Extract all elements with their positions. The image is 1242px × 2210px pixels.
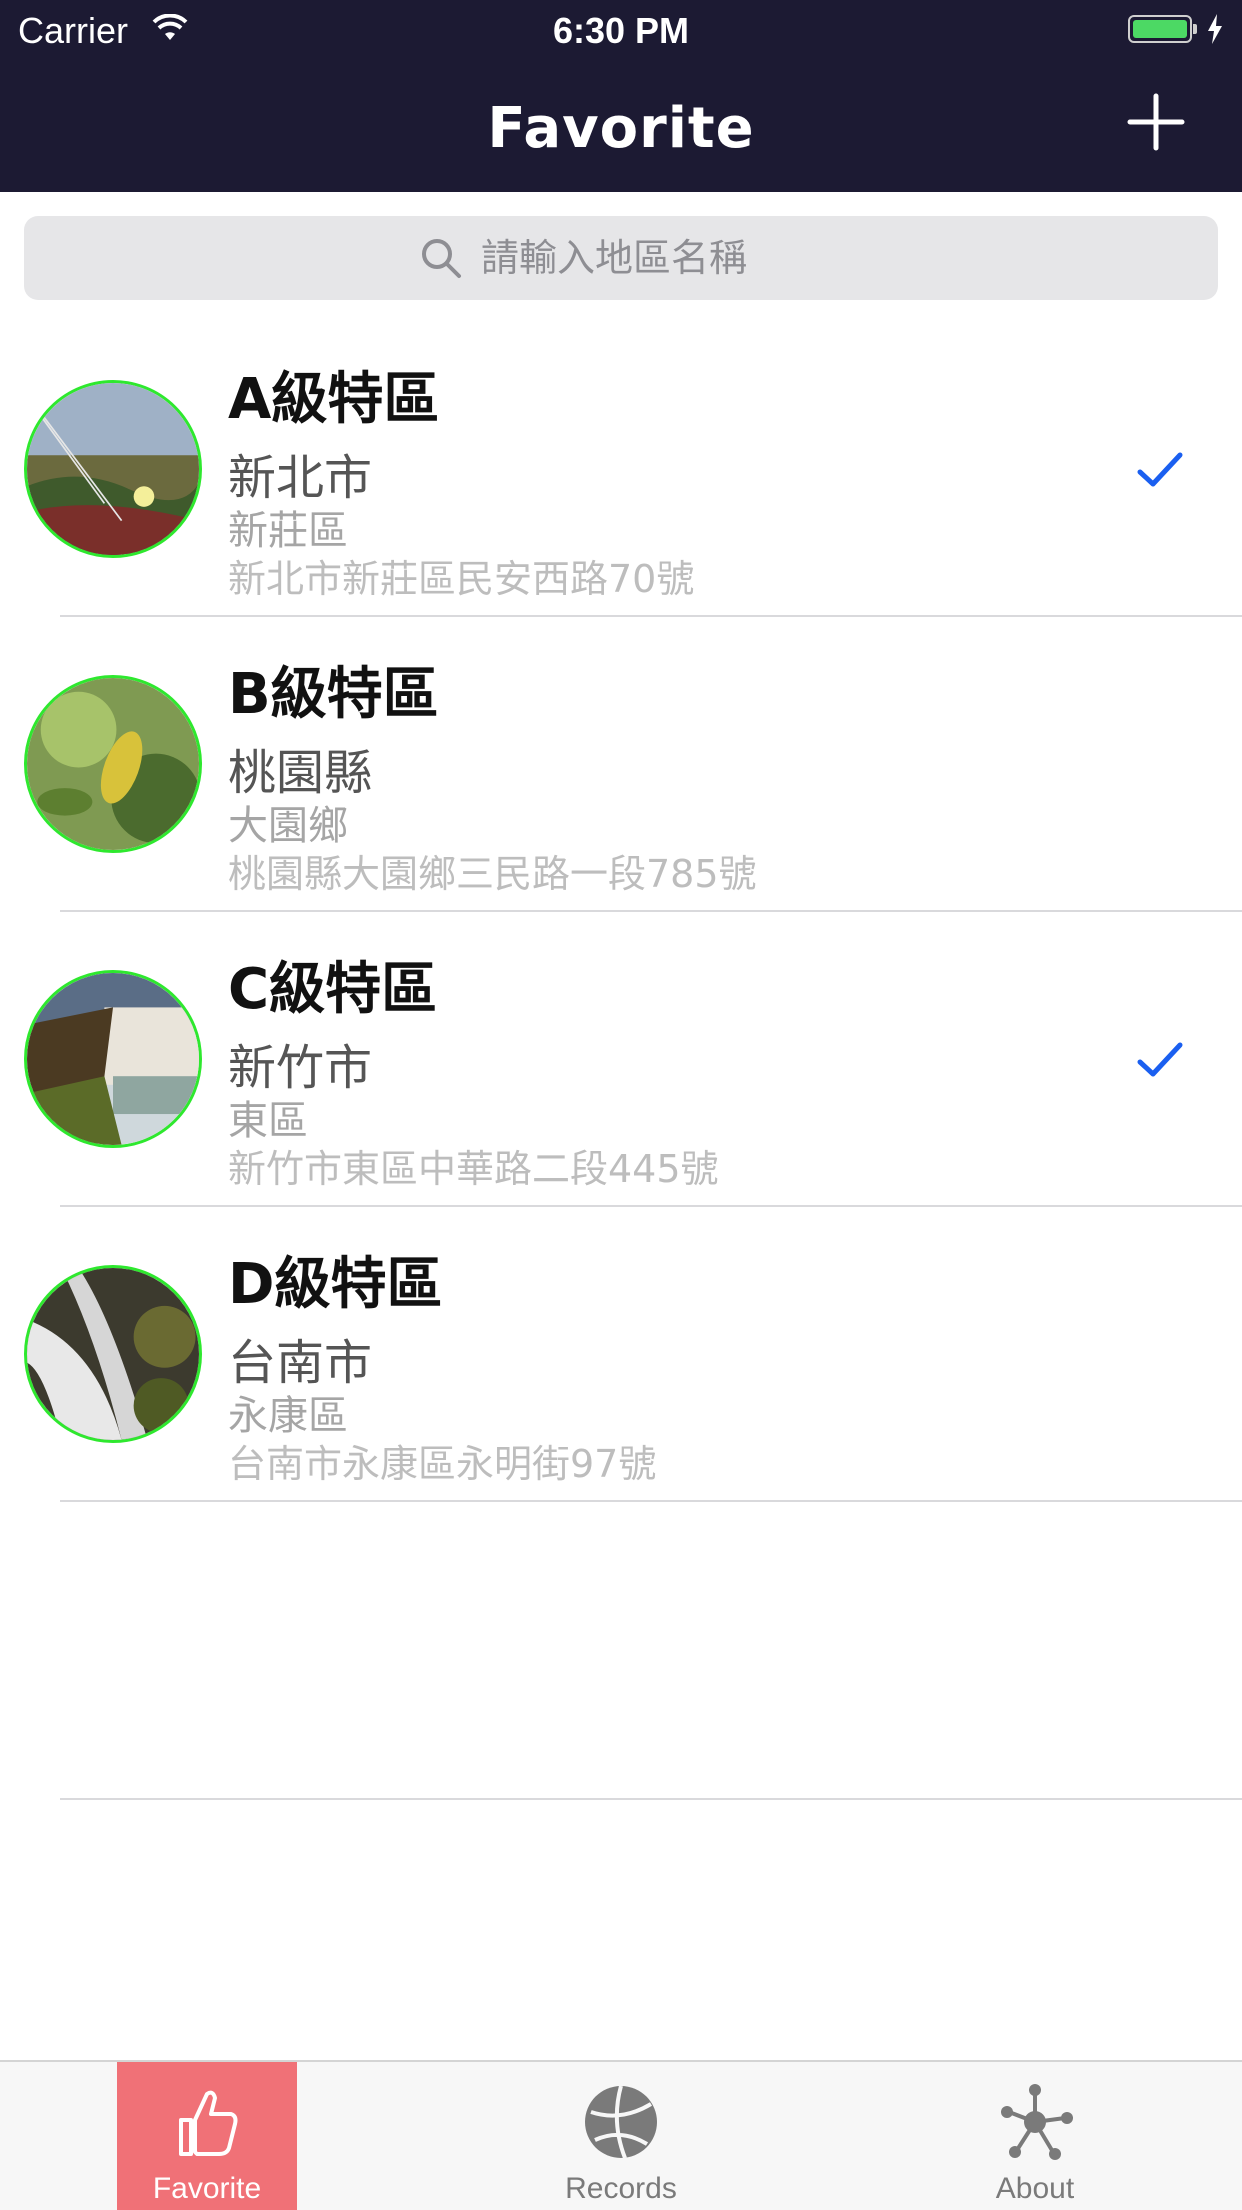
divider	[60, 1798, 1242, 1800]
search-input[interactable]	[479, 235, 823, 281]
avatar	[24, 1265, 202, 1443]
tab-label: Favorite	[152, 2172, 262, 2205]
favorites-list: A級特區 新北市 新莊區 新北市新莊區民安西路70號 B級特區 桃園縣 大園鄉 …	[0, 322, 1242, 1502]
thumbs-up-icon	[179, 2090, 238, 2156]
status-bar: Carrier 6:30 PM	[0, 0, 1242, 60]
tab-records[interactable]: Records	[531, 2062, 711, 2210]
add-button[interactable]	[1124, 90, 1188, 154]
list-item[interactable]: B級特區 桃園縣 大園鄉 桃園縣大園鄉三民路一段785號	[0, 617, 1242, 912]
item-address: 新北市新莊區民安西路70號	[228, 557, 695, 601]
checkmark-icon	[1137, 452, 1183, 487]
item-address: 桃園縣大園鄉三民路一段785號	[228, 852, 757, 896]
list-item[interactable]: C級特區 新竹市 東區 新竹市東區中華路二段445號	[0, 912, 1242, 1207]
navigation-bar: Favorite	[0, 60, 1242, 192]
list-item[interactable]: A級特區 新北市 新莊區 新北市新莊區民安西路70號	[0, 322, 1242, 617]
item-title: C級特區	[228, 957, 438, 1022]
page-title: Favorite	[487, 96, 755, 161]
search-icon	[422, 239, 461, 278]
list-item[interactable]: D級特區 台南市 永康區 台南市永康區永明街97號	[0, 1207, 1242, 1502]
clock: 6:30 PM	[552, 10, 690, 51]
avatar	[24, 970, 202, 1148]
battery-icon	[1128, 15, 1192, 43]
item-address: 台南市永康區永明街97號	[228, 1442, 657, 1486]
item-address: 新竹市東區中華路二段445號	[228, 1147, 719, 1191]
avatar	[24, 380, 202, 558]
avatar	[24, 675, 202, 853]
tab-favorite[interactable]: Favorite	[117, 2062, 297, 2210]
tab-label: Records	[565, 2172, 677, 2205]
item-title: D級特區	[228, 1252, 443, 1317]
ball-icon	[585, 2085, 657, 2159]
item-title: A級特區	[228, 367, 440, 432]
charging-icon	[1208, 14, 1222, 44]
tab-bar: Favorite Records About	[0, 2060, 1242, 2210]
divider	[60, 1500, 1242, 1502]
tab-label: About	[995, 2172, 1075, 2205]
network-icon	[1001, 2084, 1073, 2160]
plus-icon	[1127, 93, 1185, 151]
tab-about[interactable]: About	[945, 2062, 1125, 2210]
search-bar[interactable]	[24, 216, 1218, 300]
checkmark-icon	[1137, 1042, 1183, 1077]
item-title: B級特區	[228, 662, 439, 727]
